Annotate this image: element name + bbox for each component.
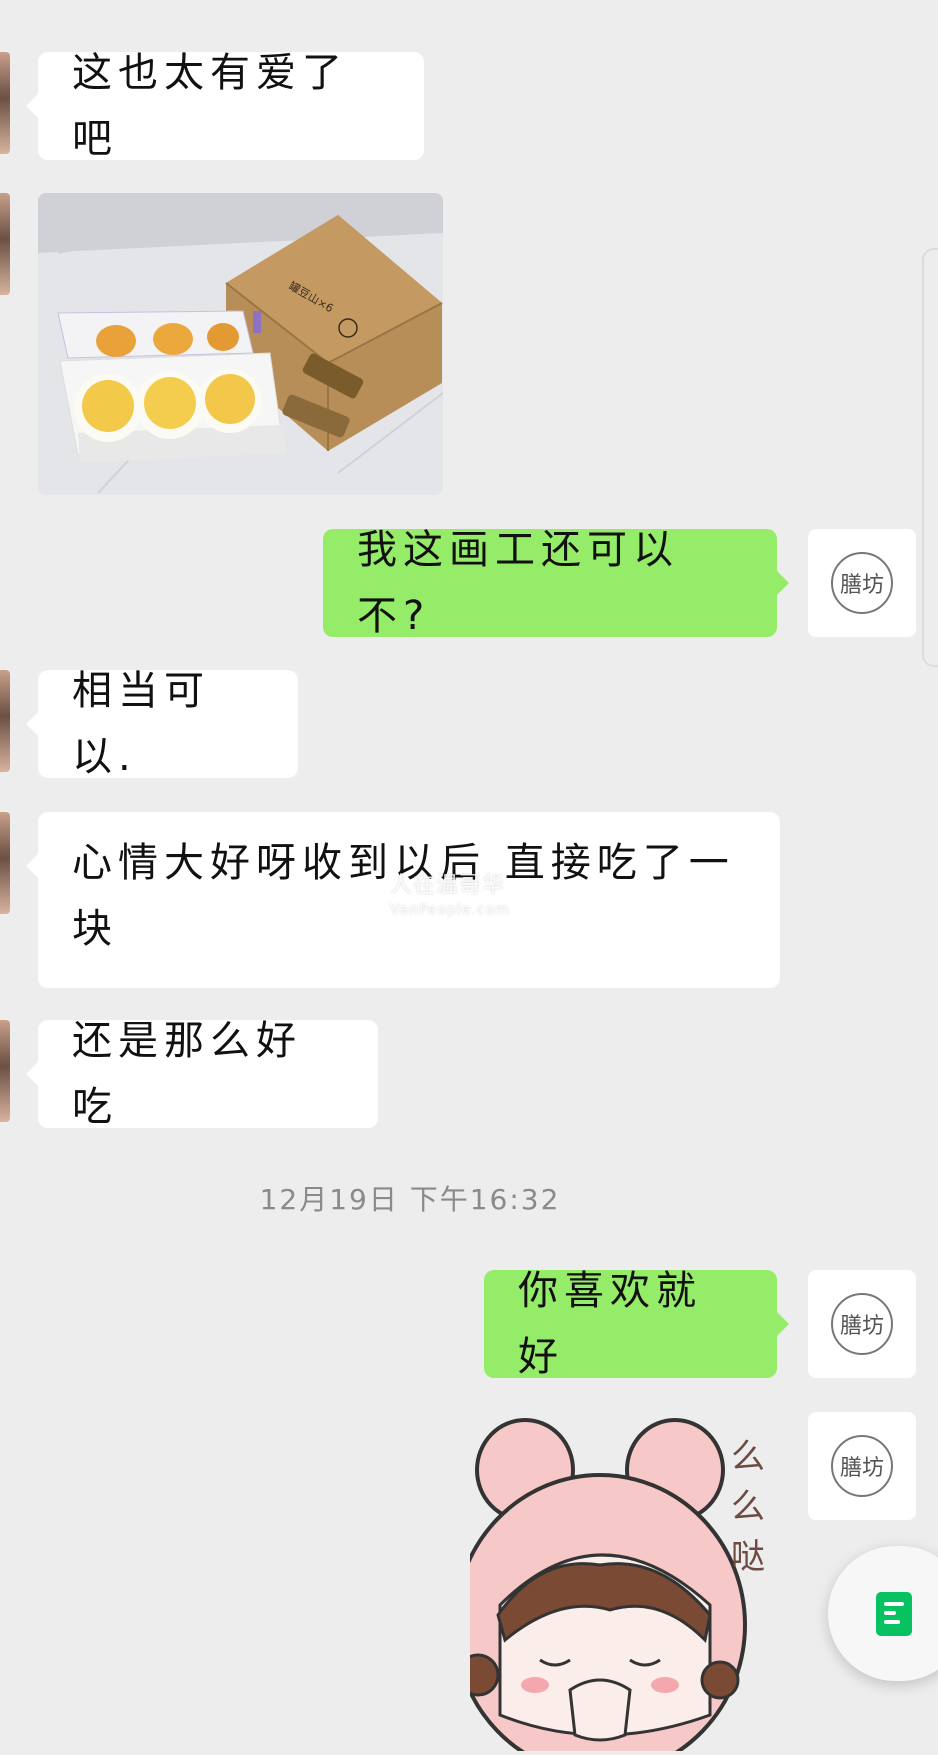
logo-icon: 膳坊 xyxy=(831,1293,893,1355)
pastry-photo: 罐豆山×6 xyxy=(38,193,443,495)
message-bubble-incoming[interactable]: 这也太有爱了吧 xyxy=(26,50,424,162)
logo-text: 膳坊 xyxy=(839,1314,884,1339)
message-bubble-incoming[interactable]: 相当可以. xyxy=(26,668,298,780)
side-scroll-panel[interactable] xyxy=(922,248,938,667)
chat-timestamp: 12月19日 下午16:32 xyxy=(259,1183,561,1216)
contact-avatar[interactable] xyxy=(0,1020,10,1122)
my-avatar[interactable]: 膳坊 xyxy=(808,529,916,637)
document-icon xyxy=(876,1592,912,1636)
message-text: 你喜欢就好 xyxy=(518,1268,702,1380)
message-text: 我这画工还可以不? xyxy=(357,527,679,639)
my-avatar[interactable]: 膳坊 xyxy=(808,1270,916,1378)
logo-icon: 膳坊 xyxy=(831,552,893,614)
message-bubble-outgoing[interactable]: 我这画工还可以不? xyxy=(323,527,789,639)
contact-avatar[interactable] xyxy=(0,193,10,295)
logo-text: 膳坊 xyxy=(839,1456,884,1481)
message-text: 相当可以. xyxy=(72,668,210,780)
logo-text: 膳坊 xyxy=(839,573,884,598)
message-bubble-incoming[interactable]: 还是那么好吃 xyxy=(26,1018,378,1130)
sticker-caption: 么么哒 xyxy=(731,1437,765,1577)
message-text: 这也太有爱了吧 xyxy=(72,50,348,162)
watermark-title: 人在温哥华 xyxy=(390,873,506,898)
message-image[interactable]: 罐豆山×6 xyxy=(38,193,443,495)
floating-action-button[interactable] xyxy=(828,1546,938,1681)
logo-icon: 膳坊 xyxy=(831,1435,893,1497)
watermark: 人在温哥华 VanPeople.com xyxy=(390,874,510,922)
message-text: 还是那么好吃 xyxy=(72,1018,302,1130)
contact-avatar[interactable] xyxy=(0,670,10,772)
contact-avatar[interactable] xyxy=(0,52,10,154)
contact-avatar[interactable] xyxy=(0,812,10,914)
watermark-site: VanPeople.com xyxy=(390,902,510,918)
my-avatar[interactable]: 膳坊 xyxy=(808,1412,916,1520)
message-bubble-outgoing[interactable]: 你喜欢就好 xyxy=(484,1268,789,1380)
message-text-line: 块 xyxy=(72,906,118,952)
